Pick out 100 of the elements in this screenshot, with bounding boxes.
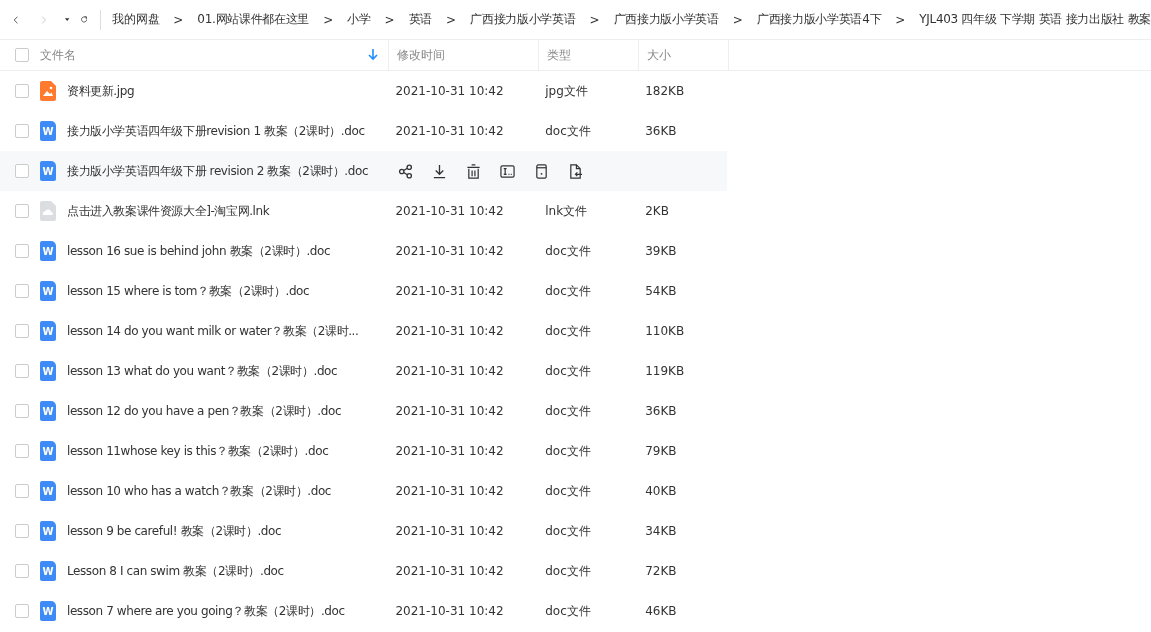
- modified-time: 2021-10-31 10:42: [395, 444, 504, 458]
- breadcrumb-link[interactable]: 小学: [347, 11, 371, 28]
- column-header[interactable]: 修改时间: [397, 46, 445, 64]
- file-name[interactable]: lesson 10 who has a watch？教案（2课时）.doc: [66, 482, 332, 500]
- breadcrumb-link[interactable]: 广西接力版小学英语: [470, 11, 576, 28]
- file-name[interactable]: 接力版小学英语四年级下册 revision 2 教案（2课时）.doc: [67, 162, 369, 180]
- row-checkbox[interactable]: [14, 204, 29, 218]
- breadcrumb-separator: >: [384, 12, 395, 27]
- row-checkbox[interactable]: [14, 244, 29, 258]
- file-size: 46KB: [645, 604, 677, 618]
- word-file-icon: W: [39, 321, 56, 341]
- word-file-icon: W: [39, 241, 56, 261]
- breadcrumb-link[interactable]: 广西接力版小学英语: [613, 11, 719, 28]
- file-name[interactable]: 资料更新.jpg: [66, 82, 135, 100]
- word-file-icon: W: [39, 281, 56, 301]
- column-header[interactable]: 文件名: [40, 46, 76, 64]
- file-name[interactable]: lesson 11whose key is this？教案（2课时）.doc: [66, 442, 329, 460]
- select-all-checkbox[interactable]: [15, 48, 29, 62]
- file-name[interactable]: lesson 14 do you want milk or water？教案（2课时...: [66, 322, 359, 340]
- file-size: 36KB: [645, 124, 677, 138]
- rename-icon[interactable]: [500, 163, 515, 179]
- file-name[interactable]: 接力版小学英语四年级下册revision 1 教案（2课时）.doc: [66, 122, 365, 140]
- modified-time: 2021-10-31 10:42: [395, 484, 504, 498]
- row-highlight[interactable]: W 接力版小学英语四年级下册 revision 2 教案（2课时）.doc: [0, 151, 727, 191]
- word-file-icon: W: [39, 441, 56, 461]
- file-type: doc文件: [545, 362, 591, 380]
- file-size: 72KB: [645, 564, 677, 578]
- modified-time: 2021-10-31 10:42: [395, 604, 504, 618]
- file-type: doc文件: [545, 602, 591, 620]
- word-file-icon: W: [40, 161, 56, 181]
- file-name[interactable]: Lesson 8 I can swim 教案（2课时）.doc: [66, 562, 284, 580]
- column-header[interactable]: 大小: [647, 46, 671, 64]
- breadcrumb-separator: >: [323, 12, 334, 27]
- file-size: 40KB: [645, 484, 677, 498]
- modified-time: 2021-10-31 10:42: [395, 324, 504, 338]
- row-checkbox[interactable]: [15, 164, 29, 178]
- breadcrumb-separator: >: [895, 12, 906, 27]
- dropdown-caret-icon[interactable]: [65, 16, 70, 23]
- image-file-icon: [39, 81, 56, 101]
- file-size: 79KB: [645, 444, 677, 458]
- file-type: doc文件: [545, 282, 591, 300]
- breadcrumb-link[interactable]: 我的网盘: [112, 11, 160, 28]
- file-size: 182KB: [645, 84, 685, 98]
- row-checkbox[interactable]: [14, 324, 29, 338]
- file-type: doc文件: [545, 322, 591, 340]
- row-checkbox[interactable]: [14, 484, 29, 498]
- file-name[interactable]: lesson 16 sue is behind john 教案（2课时）.doc: [66, 242, 331, 260]
- share-icon[interactable]: [398, 163, 413, 179]
- row-checkbox[interactable]: [14, 604, 29, 618]
- row-checkbox[interactable]: [14, 564, 29, 578]
- file-name[interactable]: lesson 15 where is tom？教案（2课时）.doc: [66, 282, 310, 300]
- breadcrumb-separator: >: [732, 12, 743, 27]
- file-name[interactable]: lesson 12 do you have a pen？教案（2课时）.doc: [66, 402, 342, 420]
- row-checkbox[interactable]: [14, 404, 29, 418]
- file-name[interactable]: lesson 13 what do you want？教案（2课时）.doc: [66, 362, 338, 380]
- modified-time: 2021-10-31 10:42: [395, 524, 504, 538]
- file-name[interactable]: lesson 9 be careful! 教案（2课时）.doc: [66, 522, 282, 540]
- row-checkbox[interactable]: [14, 524, 29, 538]
- file-type: doc文件: [545, 442, 591, 460]
- file-type: doc文件: [545, 122, 591, 140]
- breadcrumb-separator: >: [589, 12, 600, 27]
- file-type: doc文件: [545, 242, 591, 260]
- breadcrumb-separator: >: [446, 12, 457, 27]
- modified-time: 2021-10-31 10:42: [395, 364, 504, 378]
- file-type: lnk文件: [545, 202, 588, 220]
- row-checkbox[interactable]: [14, 444, 29, 458]
- row-checkbox[interactable]: [14, 364, 29, 378]
- trash-icon[interactable]: [466, 163, 481, 179]
- word-file-icon: W: [39, 521, 56, 541]
- word-file-icon: W: [39, 561, 56, 581]
- breadcrumb-link[interactable]: YJL403 四年级 下学期 英语 接力出版社 教案: [919, 11, 1151, 28]
- file-name[interactable]: 点击进入教案课件资源大全]-淘宝网.lnk: [66, 202, 270, 220]
- file-name[interactable]: lesson 7 where are you going？教案（2课时）.doc: [66, 602, 345, 620]
- sort-arrow-icon[interactable]: [368, 49, 378, 61]
- word-file-icon: W: [39, 601, 56, 621]
- row-checkbox[interactable]: [14, 84, 29, 98]
- modified-time: 2021-10-31 10:42: [395, 204, 504, 218]
- breadcrumb-link[interactable]: 英语: [408, 11, 433, 28]
- file-size: 110KB: [645, 324, 685, 338]
- modified-time: 2021-10-31 10:42: [395, 404, 504, 418]
- modified-time: 2021-10-31 10:42: [395, 244, 504, 258]
- download-icon[interactable]: [432, 163, 447, 179]
- modified-time: 2021-10-31 10:42: [395, 564, 504, 578]
- row-checkbox[interactable]: [14, 124, 29, 138]
- modified-time: 2021-10-31 10:42: [395, 124, 504, 138]
- phone-icon[interactable]: [534, 163, 549, 179]
- file-type: jpg文件: [545, 82, 588, 100]
- file-type: doc文件: [545, 522, 591, 540]
- word-file-icon: W: [39, 361, 56, 381]
- file-size: 36KB: [645, 404, 677, 418]
- row-checkbox[interactable]: [14, 284, 29, 298]
- column-header[interactable]: 类型: [547, 46, 571, 64]
- cloud-file-icon: [39, 201, 56, 221]
- word-file-icon: W: [39, 481, 56, 501]
- move-file-icon[interactable]: [568, 163, 583, 179]
- breadcrumb-link[interactable]: 01.网站课件都在这里: [197, 11, 310, 28]
- file-type: doc文件: [545, 562, 591, 580]
- file-size: 2KB: [645, 204, 669, 218]
- file-size: 119KB: [645, 364, 685, 378]
- breadcrumb-link[interactable]: 广西接力版小学英语4下: [756, 11, 882, 28]
